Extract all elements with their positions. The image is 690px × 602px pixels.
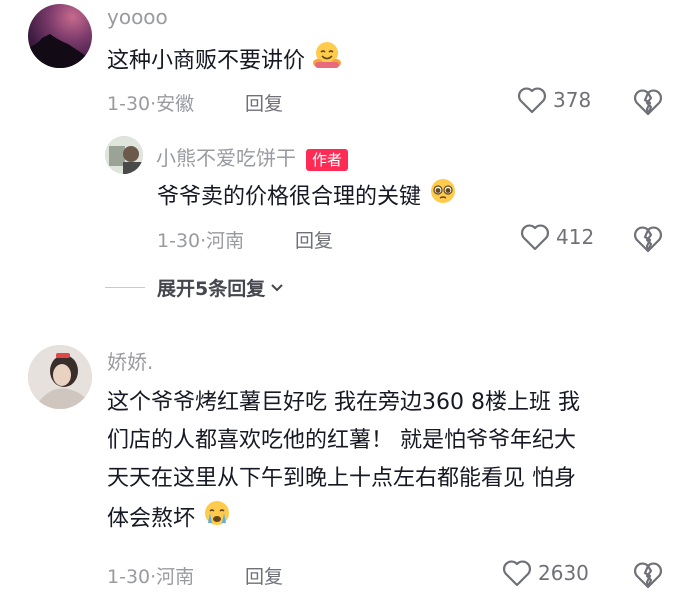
comment-meta: 1-30·河南 xyxy=(107,566,195,588)
comment-username[interactable]: 娇娇. xyxy=(107,346,153,375)
like-button[interactable]: 412 xyxy=(520,223,594,251)
like-count: 2630 xyxy=(538,561,589,585)
heart-icon xyxy=(518,87,546,114)
author-badge: 作者 xyxy=(306,148,349,171)
comment-text: 这个爷爷烤红薯巨好吃 我在旁边360 8楼上班 我 们店的人都喜欢吃他的红薯！ … xyxy=(107,384,667,541)
avatar-silhouette-icon xyxy=(28,34,92,68)
reply-button[interactable]: 回复 xyxy=(295,226,333,253)
comment-username: 小熊不爱吃饼干 作者 xyxy=(156,142,349,171)
hugging-face-icon xyxy=(312,40,342,83)
broken-heart-icon xyxy=(634,89,662,116)
reply-button[interactable]: 回复 xyxy=(245,562,283,589)
comment-text: 爷爷卖的价格很合理的关键 xyxy=(157,176,458,219)
heart-icon xyxy=(503,560,531,587)
broken-heart-icon xyxy=(634,562,662,589)
dislike-button[interactable] xyxy=(633,561,663,593)
like-count: 412 xyxy=(556,225,595,249)
divider xyxy=(105,287,145,288)
avatar-photo-icon xyxy=(28,345,92,409)
user-avatar[interactable] xyxy=(28,4,92,68)
pleading-face-icon xyxy=(428,176,458,219)
comment-meta: 1-30·河南 xyxy=(157,230,245,252)
user-avatar[interactable] xyxy=(28,345,92,409)
comment-meta: 1-30·安徽 xyxy=(107,93,195,115)
comment-text: 这种小商贩不要讲价 xyxy=(107,40,342,83)
expand-replies-button[interactable]: 展开5条回复 xyxy=(105,274,285,301)
reply-button[interactable]: 回复 xyxy=(245,89,283,116)
crying-face-icon xyxy=(202,498,232,541)
heart-icon xyxy=(521,224,549,251)
like-button[interactable]: 2630 xyxy=(502,559,589,587)
avatar-photo-icon xyxy=(105,136,143,174)
dislike-button[interactable] xyxy=(633,225,663,257)
like-button[interactable]: 378 xyxy=(517,86,591,114)
user-avatar[interactable] xyxy=(105,136,143,174)
chevron-down-icon xyxy=(271,283,283,291)
broken-heart-icon xyxy=(634,226,662,253)
comment-username[interactable]: yoooo xyxy=(107,5,168,29)
like-count: 378 xyxy=(553,88,592,112)
dislike-button[interactable] xyxy=(633,88,663,120)
